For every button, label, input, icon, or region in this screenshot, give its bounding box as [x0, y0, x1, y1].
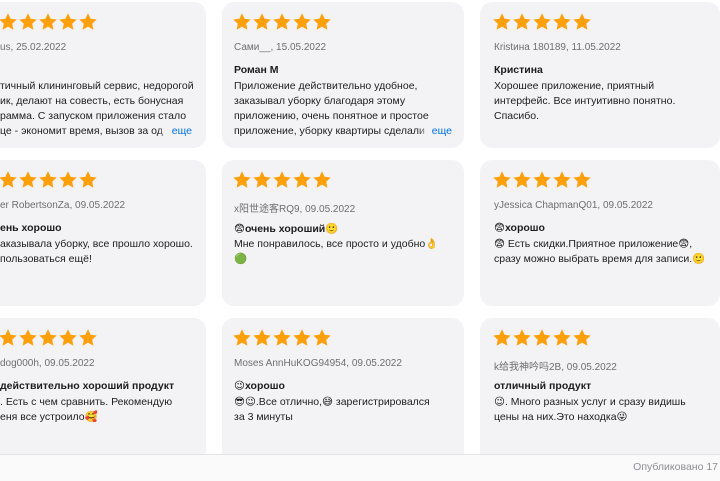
star-icon	[0, 329, 17, 346]
star-icon	[513, 329, 531, 346]
rating-stars	[492, 328, 592, 348]
star-icon	[0, 13, 17, 30]
star-icon	[253, 171, 271, 188]
review-card[interactable]: er RobertsonZa, 09.05.2022 ень хорошо аказ…	[0, 160, 206, 306]
review-author-date: Сами__, 15.05.2022	[234, 42, 327, 53]
rating-stars	[232, 328, 332, 348]
star-icon	[19, 329, 37, 346]
review-author-date: k给我神吟吗2B, 09.05.2022	[494, 362, 617, 373]
review-card[interactable]: Сами__, 15.05.2022 Роман М Приложение дейс…	[222, 2, 464, 148]
review-title: Роман М	[234, 64, 279, 76]
star-icon	[273, 13, 291, 30]
review-card[interactable]: k给我神吟吗2B, 09.05.2022 отличный продукт 😉. М…	[480, 318, 720, 464]
star-icon	[313, 171, 331, 188]
star-icon	[573, 13, 591, 30]
star-icon	[513, 171, 531, 188]
star-icon	[19, 171, 37, 188]
star-icon	[39, 171, 57, 188]
rating-stars	[0, 170, 98, 190]
review-author-date: yJessica ChapmanQ01, 09.05.2022	[494, 200, 653, 211]
rating-stars	[0, 328, 98, 348]
review-text: 😎😉.Все отлично,😅 зарегистрировался за 3 …	[234, 396, 430, 423]
star-icon	[573, 329, 591, 346]
star-icon	[59, 171, 77, 188]
footer-bar: Опубликовано 17 ма	[0, 454, 720, 481]
star-icon	[233, 13, 251, 30]
review-title: 😉хорошо	[234, 380, 285, 392]
review-text: . Есть с чем сравнить. Рекомендую еня вс…	[0, 396, 173, 423]
star-icon	[273, 171, 291, 188]
star-icon	[0, 171, 17, 188]
star-icon	[313, 13, 331, 30]
star-icon	[233, 171, 251, 188]
review-text: Мне понравилось, все просто и удобно👌 🟢	[234, 238, 439, 265]
star-icon	[19, 13, 37, 30]
star-icon	[253, 329, 271, 346]
star-icon	[553, 329, 571, 346]
reviews-grid: us, 25.02.2022 тичный клининговый сервис,…	[0, 0, 720, 480]
star-icon	[39, 13, 57, 30]
star-icon	[273, 329, 291, 346]
review-author-date: Кristина 180189, 11.05.2022	[494, 42, 621, 53]
star-icon	[493, 171, 511, 188]
star-icon	[293, 171, 311, 188]
review-text: 😨 Есть скидки.Приятное приложение😨, сраз…	[494, 238, 706, 265]
rating-stars	[0, 12, 98, 32]
star-icon	[513, 13, 531, 30]
star-icon	[553, 171, 571, 188]
star-icon	[233, 329, 251, 346]
star-icon	[79, 171, 97, 188]
review-text: 😉. Много разных услуг и сразу видишь цен…	[494, 396, 686, 423]
star-icon	[79, 13, 97, 30]
star-icon	[79, 329, 97, 346]
star-icon	[253, 13, 271, 30]
review-title: 😨очень хороший🙂	[234, 223, 339, 235]
star-icon	[533, 171, 551, 188]
review-title: 😨хорошо	[494, 222, 545, 234]
review-title: ень хорошо	[0, 222, 62, 234]
rating-stars	[492, 12, 592, 32]
star-icon	[573, 171, 591, 188]
review-author-date: Moses AnnHuKOG94954, 09.05.2022	[234, 358, 402, 369]
star-icon	[59, 13, 77, 30]
star-icon	[39, 329, 57, 346]
star-icon	[553, 13, 571, 30]
star-icon	[59, 329, 77, 346]
star-icon	[533, 13, 551, 30]
star-icon	[493, 329, 511, 346]
review-card[interactable]: us, 25.02.2022 тичный клининговый сервис,…	[0, 2, 206, 148]
review-text: Хорошее приложение, приятный интерфейс. …	[494, 80, 676, 122]
review-card[interactable]: х阳世途客RQ9, 09.05.2022 😨очень хороший🙂 Мне п…	[222, 160, 464, 306]
review-author-date: er RobertsonZa, 09.05.2022	[0, 200, 126, 211]
read-more-link[interactable]: еще	[417, 124, 452, 139]
star-icon	[293, 329, 311, 346]
rating-stars	[232, 170, 332, 190]
published-date: Опубликовано 17 ма	[633, 461, 720, 473]
star-icon	[293, 13, 311, 30]
rating-stars	[492, 170, 592, 190]
star-icon	[493, 13, 511, 30]
review-card[interactable]: Moses AnnHuKOG94954, 09.05.2022 😉хорошо 😎😉…	[222, 318, 464, 464]
review-card[interactable]: dog000h, 09.05.2022 действительно хороший…	[0, 318, 206, 464]
review-title: отличный продукт	[494, 380, 592, 392]
review-card[interactable]: yJessica ChapmanQ01, 09.05.2022 😨хорошо 😨 …	[480, 160, 720, 306]
star-icon	[533, 329, 551, 346]
review-text: аказывала уборку, все прошло хорошо. пол…	[0, 238, 193, 265]
review-author-date: dog000h, 09.05.2022	[0, 358, 95, 369]
review-card[interactable]: Кristина 180189, 11.05.2022 Кристина Хорош…	[480, 2, 720, 148]
star-icon	[313, 329, 331, 346]
rating-stars	[232, 12, 332, 32]
review-author-date: us, 25.02.2022	[0, 42, 67, 53]
read-more-link[interactable]: еще	[157, 124, 192, 139]
review-author-date: х阳世途客RQ9, 09.05.2022	[234, 204, 356, 215]
review-title: действительно хороший продукт	[0, 380, 175, 392]
review-title: Кристина	[494, 64, 543, 76]
